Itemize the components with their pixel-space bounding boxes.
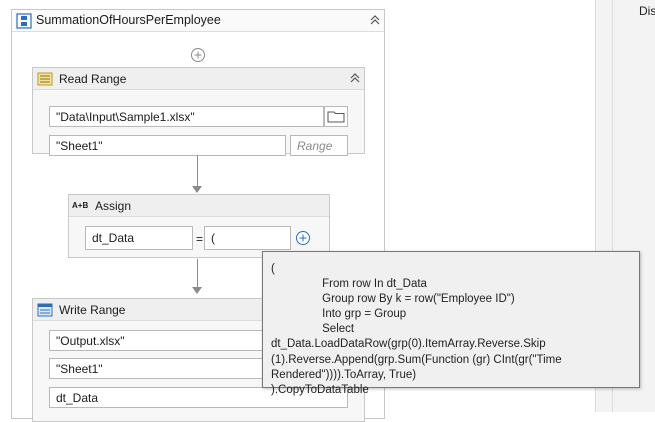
tooltip-line: (1).Reverse.Append(grp.Sum(Function (gr)… (271, 353, 562, 366)
plus-circle-icon (191, 48, 205, 62)
tooltip-line: Group row By k = row("Employee ID") (271, 293, 515, 306)
browse-file-button[interactable] (324, 106, 348, 127)
tooltip-line: Select dt_Data.LoadDataRow(grp(0).ItemAr… (271, 323, 546, 351)
plus-circle-icon (296, 231, 310, 245)
assign-to-field[interactable]: dt_Data (85, 226, 193, 250)
add-activity-button[interactable] (190, 47, 206, 63)
workbook-path-field[interactable]: "Data\Input\Sample1.xlsx" (49, 106, 324, 127)
chevron-double-up-icon (370, 15, 380, 25)
tooltip-line: Into grp = Group (271, 308, 407, 321)
properties-panel-label: Dis (639, 4, 655, 18)
write-range-icon (37, 302, 53, 321)
tooltip-line: Rendered")))).ToArray, True) (271, 368, 417, 381)
tooltip-line: ( (271, 263, 275, 275)
assign-header[interactable]: A+B Assign (69, 195, 329, 217)
sequence-header[interactable]: SummationOfHoursPerEmployee (12, 10, 384, 32)
expression-tooltip: ( From row In dt_Data Group row By k = r… (262, 251, 640, 396)
folder-icon (327, 111, 345, 123)
arrow-down-icon (192, 186, 202, 193)
assign-value-field[interactable]: ( (204, 226, 291, 250)
sequence-title: SummationOfHoursPerEmployee (36, 13, 221, 27)
output-sheet-field[interactable]: "Sheet1" (49, 358, 279, 379)
collapse-read-range-button[interactable] (348, 71, 362, 85)
chevron-double-up-icon (350, 73, 360, 83)
connector-line (197, 155, 198, 187)
tooltip-line: From row In dt_Data (271, 278, 427, 291)
collapse-sequence-button[interactable] (368, 13, 382, 27)
sheet-name-field[interactable]: "Sheet1" (49, 135, 286, 156)
connector-line (197, 259, 198, 288)
expression-editor-button[interactable] (295, 230, 311, 246)
arrow-down-icon (192, 287, 202, 294)
read-range-activity[interactable]: Read Range "Data\Input\Sample1.xlsx" "Sh… (32, 67, 365, 156)
assign-activity[interactable]: A+B Assign dt_Data = ( (68, 194, 330, 258)
assign-equals-sign: = (196, 232, 204, 246)
read-range-header[interactable]: Read Range (33, 68, 364, 90)
assign-icon: A+B (72, 201, 89, 210)
read-range-title: Read Range (59, 72, 127, 86)
write-range-title: Write Range (59, 303, 126, 317)
tooltip-line: ).CopyToDataTable (271, 383, 369, 396)
sequence-icon (16, 13, 32, 32)
assign-title: Assign (95, 199, 132, 213)
output-workbook-field[interactable]: "Output.xlsx" (49, 330, 279, 351)
excel-read-range-icon (37, 71, 53, 90)
range-field[interactable]: Range (290, 135, 348, 156)
